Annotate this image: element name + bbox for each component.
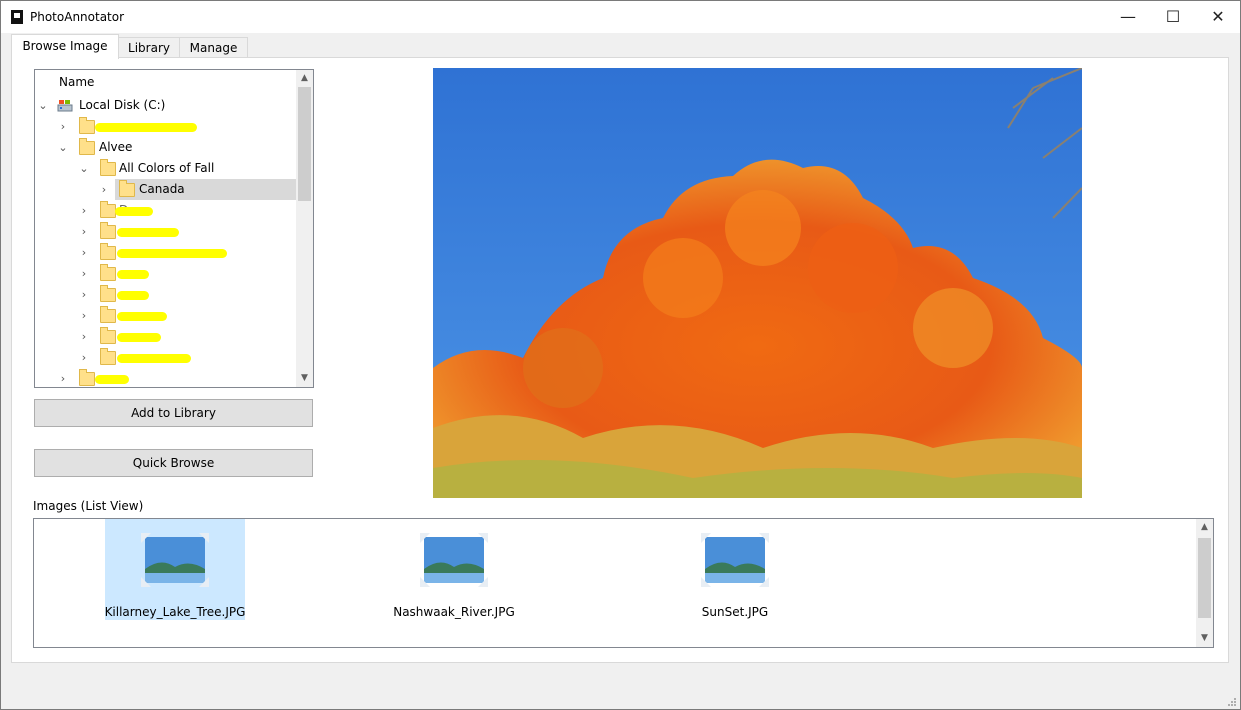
- tree-node-local-disk[interactable]: ⌄ Local Disk (C:): [35, 95, 297, 116]
- folder-icon: [100, 159, 116, 176]
- redaction-mark: [117, 249, 227, 258]
- tree-node-all-colors-of-fall[interactable]: ⌄ All Colors of Fall: [35, 158, 297, 179]
- redaction-mark: [95, 375, 129, 384]
- tree-node-folder[interactable]: ›: [35, 263, 297, 284]
- folder-icon: [100, 348, 116, 365]
- tree-node-folder[interactable]: ›: [35, 326, 297, 347]
- drive-icon: [57, 99, 73, 112]
- chevron-right-icon[interactable]: ›: [58, 116, 68, 137]
- scroll-down-icon[interactable]: ▼: [1196, 630, 1213, 647]
- tree-node-folder[interactable]: ›: [35, 368, 297, 387]
- image-preview: [433, 68, 1082, 498]
- image-file-name: Nashwaak_River.JPG: [393, 605, 515, 619]
- folder-icon: [79, 369, 95, 386]
- add-to-library-button[interactable]: Add to Library: [34, 399, 313, 427]
- tree-node-label: Local Disk (C:): [79, 98, 166, 112]
- chevron-down-icon[interactable]: ⌄: [58, 137, 68, 158]
- folder-icon: [119, 180, 135, 197]
- images-list-label: Images (List View): [33, 499, 144, 513]
- redaction-mark: [117, 270, 149, 279]
- chevron-right-icon[interactable]: ›: [79, 221, 89, 242]
- image-file-name: SunSet.JPG: [701, 605, 769, 619]
- chevron-right-icon[interactable]: ›: [79, 347, 89, 368]
- app-icon: [11, 10, 23, 24]
- chevron-right-icon[interactable]: ›: [79, 242, 89, 263]
- image-thumbnail-icon: [141, 533, 209, 587]
- title-bar[interactable]: PhotoAnnotator — ☐ ✕: [1, 1, 1240, 33]
- chevron-down-icon[interactable]: ⌄: [38, 95, 48, 116]
- redaction-mark: [95, 123, 197, 132]
- image-file-name: Killarney_Lake_Tree.JPG: [104, 605, 246, 619]
- folder-icon: [100, 306, 116, 323]
- tree-node-folder[interactable]: ›: [35, 347, 297, 368]
- folder-icon: [100, 327, 116, 344]
- chevron-right-icon[interactable]: ›: [58, 368, 68, 387]
- folder-icon: [100, 222, 116, 239]
- tree-node-folder[interactable]: ›: [35, 242, 297, 263]
- folder-icon: [79, 138, 95, 155]
- scrollbar-thumb[interactable]: [298, 87, 311, 201]
- tree-node-label: All Colors of Fall: [119, 161, 215, 175]
- tree-node-label: Canada: [139, 182, 185, 196]
- folder-icon: [79, 117, 95, 134]
- redaction-mark: [117, 312, 167, 321]
- maximize-button[interactable]: ☐: [1150, 1, 1196, 33]
- tree-node-folder[interactable]: ›: [35, 284, 297, 305]
- chevron-down-icon[interactable]: ⌄: [79, 158, 89, 179]
- tree-node-canada[interactable]: › Canada: [35, 179, 297, 200]
- folder-icon: [100, 264, 116, 281]
- list-item[interactable]: SunSet.JPG: [665, 519, 805, 620]
- folder-icon: [100, 243, 116, 260]
- redaction-mark: [117, 291, 149, 300]
- scroll-up-icon[interactable]: ▲: [1196, 519, 1213, 536]
- scrollbar-thumb[interactable]: [1198, 538, 1211, 618]
- chevron-right-icon[interactable]: ›: [79, 200, 89, 221]
- list-scrollbar[interactable]: ▲ ▼: [1196, 519, 1213, 647]
- tree-scrollbar[interactable]: ▲ ▼: [296, 70, 313, 387]
- folder-icon: [100, 201, 116, 218]
- folder-icon: [100, 285, 116, 302]
- folder-tree[interactable]: Name ⌄ Local Disk (C:) › ⌄ Alvee ⌄ All C…: [34, 69, 314, 388]
- image-thumbnail-icon: [701, 533, 769, 587]
- chevron-right-icon[interactable]: ›: [79, 263, 89, 284]
- tree-node-folder[interactable]: ›: [35, 221, 297, 242]
- list-item[interactable]: Nashwaak_River.JPG: [384, 519, 524, 620]
- tree-node-label: Alvee: [99, 140, 133, 154]
- image-thumbnail-icon: [420, 533, 488, 587]
- browse-image-panel: Name ⌄ Local Disk (C:) › ⌄ Alvee ⌄ All C…: [11, 57, 1229, 663]
- images-list-view[interactable]: Killarney_Lake_Tree.JPG Nashwaak_River.J…: [33, 518, 1214, 648]
- close-button[interactable]: ✕: [1195, 1, 1241, 33]
- tree-column-header[interactable]: Name: [59, 75, 94, 89]
- tab-manage[interactable]: Manage: [179, 37, 248, 58]
- tree-node-alvee[interactable]: ⌄ Alvee: [35, 137, 297, 158]
- tree-node-folder[interactable]: ›: [35, 305, 297, 326]
- quick-browse-button[interactable]: Quick Browse: [34, 449, 313, 477]
- window-title: PhotoAnnotator: [30, 10, 125, 24]
- scroll-down-icon[interactable]: ▼: [296, 370, 313, 387]
- tree-node-folder[interactable]: ›: [35, 116, 297, 137]
- scroll-up-icon[interactable]: ▲: [296, 70, 313, 87]
- app-window: PhotoAnnotator — ☐ ✕ Browse Image Librar…: [0, 0, 1241, 710]
- minimize-button[interactable]: —: [1105, 1, 1151, 33]
- resize-grip-icon[interactable]: [1227, 696, 1237, 706]
- chevron-right-icon[interactable]: ›: [79, 284, 89, 305]
- tree-node-folder[interactable]: › Docs: [35, 200, 297, 221]
- list-item[interactable]: Killarney_Lake_Tree.JPG: [105, 519, 245, 620]
- chevron-right-icon[interactable]: ›: [79, 326, 89, 347]
- redaction-mark: [117, 228, 179, 237]
- chevron-right-icon[interactable]: ›: [99, 179, 109, 200]
- redaction-mark: [117, 333, 161, 342]
- chevron-right-icon[interactable]: ›: [79, 305, 89, 326]
- redaction-mark: [117, 354, 191, 363]
- tab-library[interactable]: Library: [117, 37, 181, 58]
- tab-browse-image[interactable]: Browse Image: [11, 34, 119, 59]
- redaction-mark: [115, 207, 153, 216]
